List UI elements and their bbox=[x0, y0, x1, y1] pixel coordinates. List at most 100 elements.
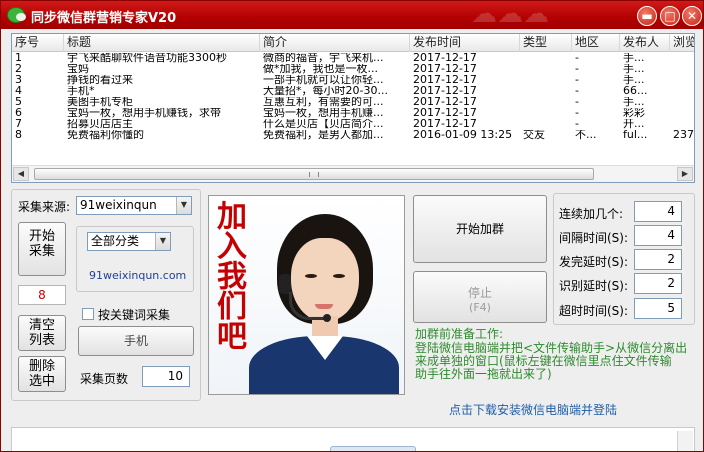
recognize-delay-input[interactable]: 2 bbox=[634, 273, 682, 294]
start-collect-button[interactable]: 开始采集 bbox=[18, 222, 66, 276]
cell-intro: 微商的福音，宇飞来机... bbox=[263, 53, 384, 63]
cell-index: 5 bbox=[15, 97, 22, 107]
group-list[interactable]: 序号 标题 简介 发布时间 类型 地区 发布人 浏览 1 宇飞来酷聊软件语音功能… bbox=[11, 33, 695, 183]
collected-count: 8 bbox=[18, 285, 66, 305]
chevron-down-icon[interactable]: ▼ bbox=[176, 197, 191, 214]
timeout-input[interactable]: 5 bbox=[634, 298, 682, 319]
cell-intro: 一部手机就可以让你轻... bbox=[263, 75, 384, 85]
cell-views bbox=[670, 86, 694, 96]
column-header-region[interactable]: 地区 bbox=[572, 34, 620, 52]
clear-list-button[interactable]: 清空列表 bbox=[18, 315, 66, 351]
column-header-type[interactable]: 类型 bbox=[520, 34, 572, 52]
source-select[interactable]: 91weixinqun ▼ bbox=[76, 196, 192, 215]
cell-intro: 大量招*，每小时20-30... bbox=[263, 86, 388, 96]
table-row[interactable]: 6 宝妈一枚，想用手机赚钱，求带 宝妈一枚，想用手机赚... 2017-12-1… bbox=[12, 108, 694, 118]
keyword-button[interactable]: 手机 bbox=[78, 326, 194, 356]
cloud-decoration-icon: ☁☁☁ bbox=[471, 1, 549, 29]
cell-publisher: 手... bbox=[623, 64, 645, 74]
pages-label: 采集页数 bbox=[80, 372, 129, 386]
category-select[interactable]: 全部分类 ▼ bbox=[87, 232, 171, 251]
cell-title: 手机* bbox=[67, 86, 95, 96]
cell-intro: 什么是贝店【贝店简介... bbox=[263, 119, 384, 129]
cell-region: - bbox=[575, 64, 579, 74]
cell-title: 宇飞来酷聊软件语音功能3300秒 bbox=[67, 53, 227, 63]
scrollbar-thumb[interactable] bbox=[34, 168, 594, 180]
promo-image: 加入我们吧 bbox=[208, 195, 405, 395]
horizontal-scrollbar[interactable]: ◀ ▶ bbox=[12, 165, 694, 182]
cell-title: 挣钱的看过来 bbox=[67, 75, 133, 85]
cell-date: 2017-12-17 bbox=[413, 53, 477, 63]
category-group: 全部分类 ▼ 91weixinqun.com bbox=[76, 226, 194, 292]
download-wechat-link[interactable]: 点击下载安装微信电脑端并登陆 bbox=[449, 401, 617, 418]
main-window: 同步微信群营销专家V20 ☁☁☁ ▬ □ ✕ 序号 标题 简介 发布时间 类型 … bbox=[0, 0, 704, 452]
cell-type bbox=[520, 64, 572, 74]
vertical-scrollbar[interactable] bbox=[677, 431, 693, 451]
collect-panel: 采集来源: 91weixinqun ▼ 开始采集 8 清空列表 删除选中 全部分… bbox=[11, 189, 201, 401]
table-row[interactable]: 4 手机* 大量招*，每小时20-30... 2017-12-17 - 66..… bbox=[12, 86, 694, 96]
scroll-left-icon[interactable]: ◀ bbox=[13, 167, 29, 181]
cell-publisher: 开... bbox=[623, 119, 645, 129]
interval-input[interactable]: 4 bbox=[634, 225, 682, 246]
table-row[interactable]: 5 美图手机专柜 互惠互利，有需要的可... 2017-12-17 - 手... bbox=[12, 97, 694, 107]
delete-selected-button[interactable]: 删除选中 bbox=[18, 356, 66, 392]
close-button[interactable]: ✕ bbox=[682, 6, 702, 26]
cell-views: 2373 bbox=[673, 130, 694, 140]
column-header-date[interactable]: 发布时间 bbox=[410, 34, 520, 52]
cell-intro: 免费福利，是男人都加... bbox=[263, 130, 384, 140]
cell-intro: 做*加我，我也是一枚... bbox=[263, 64, 378, 74]
send-delay-label: 发完延时(S): bbox=[559, 255, 629, 269]
table-row[interactable]: 8 免费福利你懂的 免费福利，是男人都加... 2016-01-09 13:25… bbox=[12, 130, 694, 140]
promo-slogan: 加入我们吧 bbox=[211, 200, 246, 350]
wechat-app-icon bbox=[7, 7, 26, 23]
table-row[interactable]: 2 宝妈 做*加我，我也是一枚... 2017-12-17 - 手... bbox=[12, 64, 694, 74]
continuous-count-input[interactable]: 4 bbox=[634, 201, 682, 222]
send-delay-input[interactable]: 2 bbox=[634, 249, 682, 270]
maximize-button[interactable]: □ bbox=[660, 6, 680, 26]
cell-type bbox=[520, 97, 572, 107]
cell-index: 2 bbox=[15, 64, 22, 74]
cell-views bbox=[670, 53, 694, 63]
cell-date: 2017-12-17 bbox=[413, 119, 477, 129]
cell-publisher: 66... bbox=[623, 86, 648, 96]
cell-views bbox=[670, 75, 694, 85]
info-line: 助手往外面一拖就出来了) bbox=[415, 367, 552, 381]
table-row[interactable]: 1 宇飞来酷聊软件语音功能3300秒 微商的福音，宇飞来机... 2017-12… bbox=[12, 53, 694, 63]
cell-views bbox=[670, 119, 694, 129]
table-row[interactable]: 7 招募贝店店主 什么是贝店【贝店简介... 2017-12-17 - 开... bbox=[12, 119, 694, 129]
start-add-group-button[interactable]: 开始加群 bbox=[413, 195, 547, 263]
stop-button[interactable]: 停止 (F4) bbox=[413, 271, 547, 323]
info-heading: 加群前准备工作: bbox=[415, 327, 504, 341]
column-header-publisher[interactable]: 发布人 bbox=[620, 34, 670, 52]
cell-title: 宝妈一枚，想用手机赚钱，求带 bbox=[67, 108, 221, 118]
cell-index: 1 bbox=[15, 53, 22, 63]
cell-date: 2017-12-17 bbox=[413, 97, 477, 107]
table-row[interactable]: 3 挣钱的看过来 一部手机就可以让你轻... 2017-12-17 - 手... bbox=[12, 75, 694, 85]
minimize-button[interactable]: ▬ bbox=[637, 6, 657, 26]
cell-publisher: 手... bbox=[623, 75, 645, 85]
list-header: 序号 标题 简介 发布时间 类型 地区 发布人 浏览 bbox=[12, 34, 694, 52]
cell-region: - bbox=[575, 97, 579, 107]
chevron-down-icon[interactable]: ▼ bbox=[155, 233, 170, 250]
column-header-intro[interactable]: 简介 bbox=[260, 34, 410, 52]
cell-title: 免费福利你懂的 bbox=[67, 130, 144, 140]
source-label: 采集来源: bbox=[18, 200, 71, 214]
start-collect-label: 开始采集 bbox=[28, 229, 55, 259]
cell-region: - bbox=[575, 86, 579, 96]
stop-label: 停止 bbox=[467, 286, 492, 300]
pages-input[interactable]: 10 bbox=[142, 366, 190, 387]
cell-views bbox=[670, 108, 694, 118]
log-area[interactable] bbox=[11, 427, 695, 451]
column-header-views[interactable]: 浏览 bbox=[670, 34, 694, 52]
info-line: 来成单独的窗口(鼠标左键在微信里点住文件传输 bbox=[415, 354, 672, 368]
status-tab[interactable] bbox=[330, 446, 416, 451]
cell-region: - bbox=[575, 108, 579, 118]
column-header-title[interactable]: 标题 bbox=[64, 34, 260, 52]
cell-date: 2017-12-17 bbox=[413, 108, 477, 118]
scroll-right-icon[interactable]: ▶ bbox=[677, 167, 693, 181]
cell-date: 2016-01-09 13:25 bbox=[413, 130, 513, 140]
column-header-index[interactable]: 序号 bbox=[12, 34, 64, 52]
cell-type bbox=[520, 119, 572, 129]
keyword-checkbox[interactable] bbox=[82, 308, 94, 320]
delete-selected-label: 删除选中 bbox=[28, 359, 55, 389]
cell-type bbox=[520, 86, 572, 96]
